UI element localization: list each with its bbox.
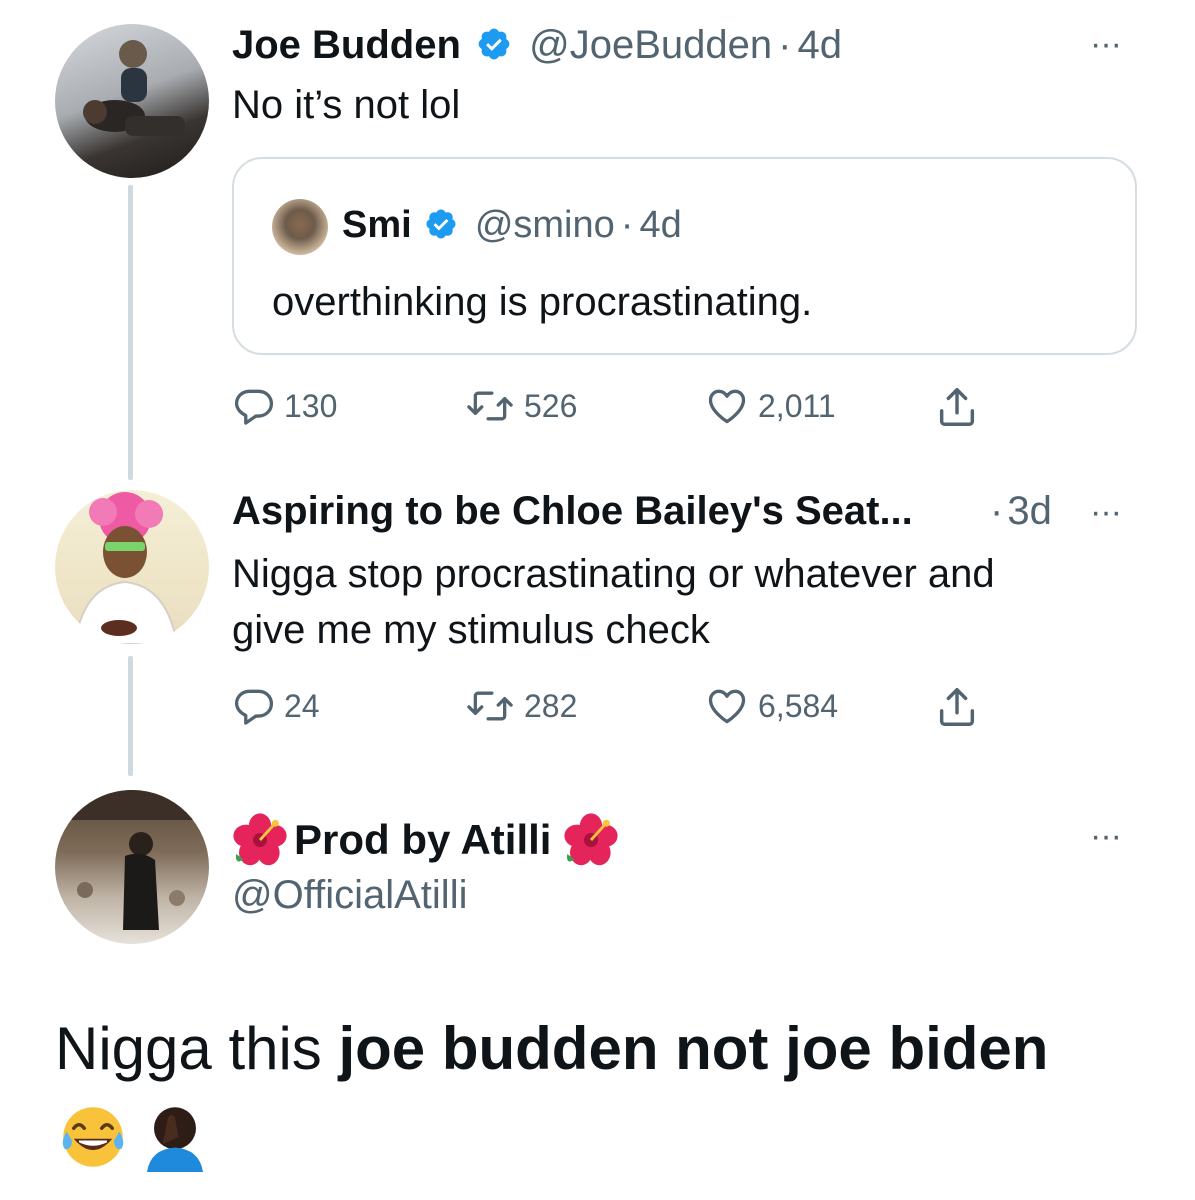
reply-count: 130	[284, 387, 338, 424]
retweet-button[interactable]: 526	[464, 384, 577, 428]
tears-of-joy-emoji	[62, 1107, 124, 1167]
retweet-count: 282	[524, 687, 578, 724]
share-button[interactable]	[934, 684, 980, 730]
verified-badge-icon	[426, 209, 456, 239]
tweet-text-bold: joe budden not joe biden	[338, 1015, 1049, 1082]
separator-dot: ·	[778, 23, 792, 67]
timestamp[interactable]: 4d	[798, 23, 843, 67]
retweet-icon	[467, 691, 513, 721]
author-handle[interactable]: @JoeBudden	[529, 23, 772, 67]
avatar[interactable]	[55, 790, 209, 944]
facepalm-emoji	[147, 1107, 203, 1172]
like-button[interactable]: 2,011	[704, 384, 836, 428]
author-name[interactable]: Prod by Atilli	[294, 814, 551, 866]
tweet-text: No it’s not lol	[232, 83, 461, 127]
timestamp[interactable]: 3d	[1007, 489, 1052, 533]
separator-dot: ·	[990, 489, 1004, 533]
quoted-tweet-text: overthinking is procrastinating.	[272, 280, 813, 324]
heart-icon	[708, 689, 746, 724]
reply-count: 24	[284, 687, 320, 724]
share-icon	[939, 388, 975, 426]
reply-button[interactable]: 130	[232, 384, 337, 428]
avatar[interactable]	[55, 490, 209, 644]
reply-icon	[234, 689, 274, 725]
like-button[interactable]: 6,584	[704, 684, 838, 728]
retweet-count: 526	[524, 387, 578, 424]
tweet-text: Nigga stop procrastinating or whatever a…	[232, 546, 995, 658]
like-count: 2,011	[758, 387, 836, 424]
separator-dot: ·	[620, 204, 634, 246]
author-handle[interactable]: @OfficialAtilli	[232, 870, 467, 920]
more-options-icon[interactable]: ···	[1090, 495, 1122, 529]
share-icon	[939, 688, 975, 726]
more-options-icon[interactable]: ···	[1090, 819, 1122, 853]
heart-icon	[708, 389, 746, 424]
retweet-button[interactable]: 282	[464, 684, 577, 728]
quoted-tweet-card[interactable]: Smi @smino · 4d overthinking is procrastin…	[232, 157, 1137, 355]
hibiscus-emoji	[233, 813, 287, 866]
quoted-timestamp: 4d	[639, 204, 682, 246]
more-options-icon[interactable]: ···	[1090, 27, 1122, 61]
retweet-icon	[467, 391, 513, 421]
quoted-author-handle: @smino	[474, 204, 615, 246]
verified-badge-icon	[478, 29, 510, 60]
hibiscus-emoji	[564, 813, 619, 866]
author-name[interactable]: Joe Budden	[232, 23, 461, 67]
author-name[interactable]: Aspiring to be Chloe Bailey's Seat...	[232, 489, 913, 533]
like-count: 6,584	[758, 687, 839, 724]
quoted-avatar[interactable]	[272, 199, 328, 255]
tweet-text-line: give me my stimulus check	[232, 608, 710, 652]
tweet-text-line: Nigga stop procrastinating or whatever a…	[232, 552, 995, 596]
reply-button[interactable]: 24	[232, 684, 320, 728]
thread-line	[128, 656, 133, 776]
reply-icon	[234, 389, 274, 425]
thread-line	[128, 185, 133, 480]
tweet-text: Nigga this joe budden not joe biden	[55, 1014, 1048, 1084]
tweet-text-normal: Nigga this	[55, 1015, 322, 1082]
avatar[interactable]	[55, 24, 209, 178]
quoted-author-name: Smi	[342, 204, 412, 246]
share-button[interactable]	[934, 384, 980, 430]
